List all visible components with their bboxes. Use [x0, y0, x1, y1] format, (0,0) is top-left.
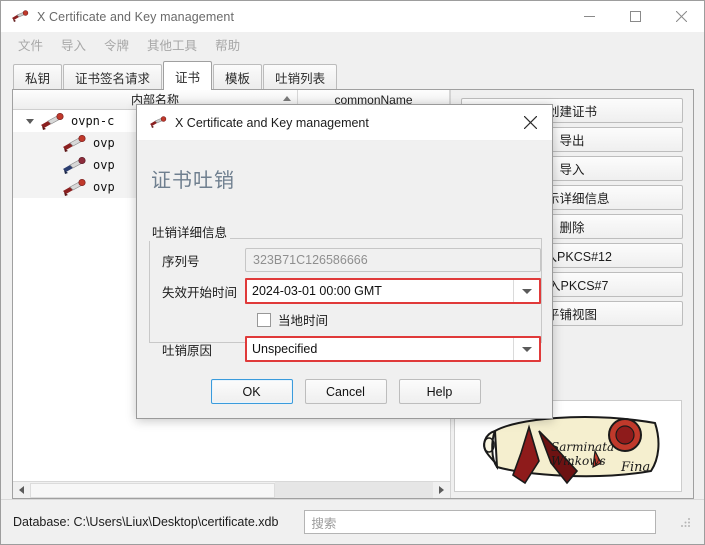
window-title: X Certificate and Key management	[37, 9, 235, 24]
certificate-icon	[61, 134, 87, 152]
application-window: X Certificate and Key management 文件 导入 令…	[0, 0, 705, 545]
tab-private-keys[interactable]: 私钥	[13, 64, 63, 90]
dialog-heading: 证书吐销	[151, 170, 235, 192]
table-row-label: ovpn-c	[71, 114, 115, 128]
svg-text:Winkows: Winkows	[551, 454, 606, 468]
dialog-title: X Certificate and Key management	[175, 115, 369, 130]
search-input-placeholder: 搜索	[311, 516, 337, 531]
table-row-label: ovp	[93, 180, 115, 194]
menu-token[interactable]: 令牌	[95, 32, 138, 57]
dialog-button-row: OK Cancel Help	[137, 379, 554, 404]
revocation-reason-label: 吐销原因	[162, 343, 213, 358]
local-time-label: 当地时间	[278, 314, 329, 328]
scroll-left-icon[interactable]	[13, 482, 30, 498]
search-input[interactable]: 搜索	[304, 510, 657, 534]
invalid-from-label: 失效开始时间	[162, 285, 238, 300]
xca-app-icon	[11, 9, 29, 25]
scroll-right-icon[interactable]	[433, 482, 450, 498]
ok-button[interactable]: OK	[210, 379, 293, 404]
minimize-button[interactable]	[566, 1, 612, 32]
tab-templates[interactable]: 模板	[213, 64, 263, 90]
revocation-reason-value: Unspecified	[252, 342, 318, 356]
cancel-button[interactable]: Cancel	[304, 379, 387, 404]
tabstrip: 私钥 证书签名请求 证书 模板 吐销列表	[1, 58, 704, 90]
chevron-down-icon[interactable]	[513, 280, 539, 302]
certificate-icon	[61, 156, 87, 174]
invalid-from-value: 2024-03-01 00:00 GMT	[252, 284, 382, 298]
menu-file[interactable]: 文件	[9, 32, 52, 57]
serial-number-label: 序列号	[162, 254, 200, 269]
dialog-titlebar: X Certificate and Key management	[137, 105, 552, 141]
maximize-button[interactable]	[612, 1, 658, 32]
local-time-row[interactable]: 当地时间	[150, 310, 541, 329]
revocation-details-group: 序列号 323B71C126586666 失效开始时间 2024-03-01 0…	[149, 238, 542, 362]
close-icon[interactable]	[508, 105, 552, 140]
local-time-checkbox[interactable]	[257, 312, 271, 327]
sort-ascending-icon	[283, 96, 291, 101]
chevron-down-icon[interactable]	[513, 338, 539, 360]
revocation-details-group-label: 吐销详细信息	[149, 222, 231, 241]
invalid-from-datetime-input[interactable]: 2024-03-01 00:00 GMT	[245, 278, 541, 304]
xca-app-icon	[149, 115, 167, 131]
table-row-label: ovp	[93, 158, 115, 172]
table-row-label: ovp	[93, 136, 115, 150]
close-button[interactable]	[658, 1, 704, 32]
database-path-label: Database: C:\Users\Liux\Desktop\certific…	[13, 515, 279, 529]
revoke-certificate-dialog: X Certificate and Key management 证书吐销 吐销…	[136, 104, 553, 419]
horizontal-scrollbar[interactable]	[13, 481, 450, 498]
menu-extra-tools[interactable]: 其他工具	[138, 32, 206, 57]
serial-number-value: 323B71C126586666	[253, 253, 368, 267]
certificate-icon	[61, 178, 87, 196]
tab-revocation-lists[interactable]: 吐销列表	[263, 64, 338, 90]
window-controls	[566, 1, 704, 32]
menubar: 文件 导入 令牌 其他工具 帮助	[1, 32, 704, 56]
expander-collapse-icon[interactable]	[23, 118, 37, 124]
svg-text:Sarminata: Sarminata	[551, 440, 614, 454]
serial-number-field: 323B71C126586666	[245, 248, 541, 272]
statusbar: Database: C:\Users\Liux\Desktop\certific…	[1, 499, 704, 544]
certificate-icon	[39, 112, 65, 130]
svg-text:Fina: Fina	[620, 460, 650, 475]
window-titlebar: X Certificate and Key management	[1, 1, 704, 32]
tab-certificate-signing-requests[interactable]: 证书签名请求	[63, 64, 163, 90]
scrollbar-track[interactable]	[275, 482, 433, 498]
menu-import[interactable]: 导入	[52, 32, 95, 57]
help-button[interactable]: Help	[398, 379, 481, 404]
tab-certificates[interactable]: 证书	[163, 61, 213, 90]
revocation-reason-select[interactable]: Unspecified	[245, 336, 541, 362]
scrollbar-thumb[interactable]	[30, 482, 275, 498]
menu-help[interactable]: 帮助	[206, 32, 249, 57]
resize-grip-icon[interactable]	[680, 516, 692, 528]
